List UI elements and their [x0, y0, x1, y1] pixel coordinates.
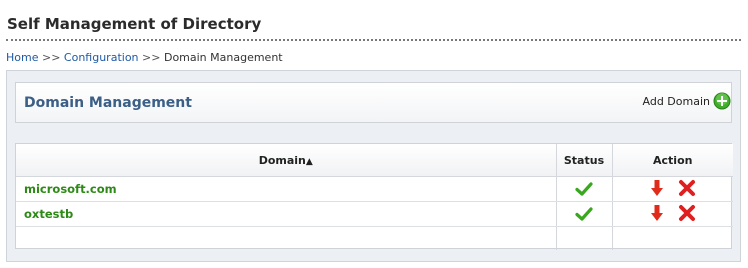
breadcrumb-configuration-link[interactable]: Configuration	[64, 51, 139, 64]
add-domain-label: Add Domain	[642, 94, 710, 108]
table-row-empty	[16, 226, 733, 251]
column-header-domain[interactable]: Domain▲	[16, 144, 557, 177]
column-header-status: Status	[556, 144, 613, 177]
status-cell	[556, 176, 613, 202]
domain-link[interactable]: oxtestb	[24, 207, 73, 221]
delete-icon[interactable]	[678, 204, 696, 222]
delete-icon[interactable]	[678, 179, 696, 197]
move-down-icon[interactable]	[650, 204, 664, 222]
plus-circle-icon	[713, 92, 731, 110]
empty-cell	[16, 226, 557, 250]
column-header-domain-label: Domain	[258, 153, 306, 167]
page-title: Self Management of Directory	[7, 15, 262, 33]
action-cell	[612, 176, 733, 202]
sort-ascending-icon: ▲	[305, 156, 313, 167]
status-cell	[556, 201, 613, 227]
domain-cell: oxtestb	[16, 201, 557, 227]
breadcrumb-separator: >>	[41, 51, 61, 64]
breadcrumb-home-link[interactable]: Home	[6, 51, 38, 64]
add-domain-button[interactable]: Add Domain	[643, 92, 731, 110]
section-title: Domain Management	[24, 95, 192, 111]
table-row: microsoft.com	[16, 176, 733, 202]
column-header-action: Action	[612, 144, 733, 177]
empty-cell	[612, 227, 733, 251]
check-icon	[575, 207, 593, 221]
section-header: Domain Management Add Domain	[15, 82, 732, 123]
title-divider	[6, 39, 741, 41]
domain-management-panel: Domain Management Add Domain Domain▲ Sta…	[6, 70, 741, 262]
domain-table: Domain▲ Status Action microsoft.com oxte…	[15, 143, 733, 251]
breadcrumb-separator: >>	[142, 51, 161, 64]
domain-cell: microsoft.com	[16, 176, 557, 202]
table-row: oxtestb	[16, 201, 733, 227]
action-cell	[612, 201, 733, 227]
check-icon	[575, 182, 593, 196]
breadcrumb: Home >> Configuration >> Domain Manageme…	[6, 51, 283, 64]
empty-cell	[556, 226, 613, 250]
move-down-icon[interactable]	[650, 179, 664, 197]
domain-link[interactable]: microsoft.com	[24, 182, 117, 196]
breadcrumb-current: Domain Management	[163, 51, 283, 64]
